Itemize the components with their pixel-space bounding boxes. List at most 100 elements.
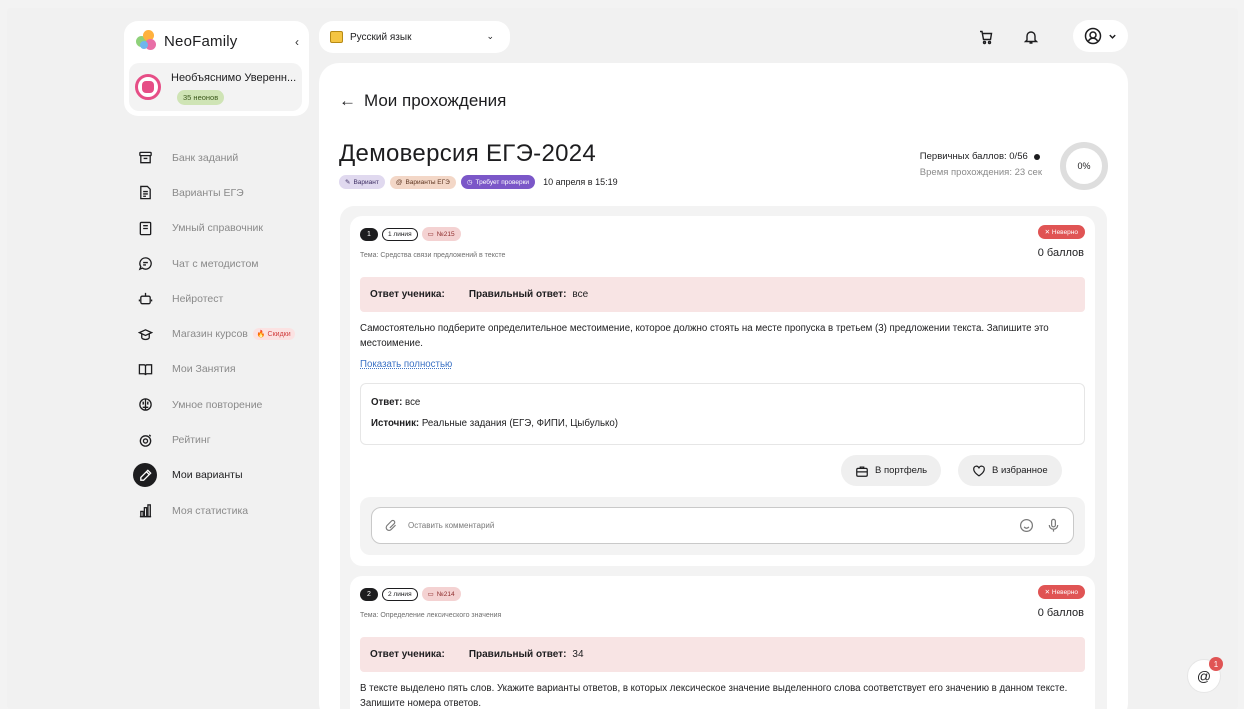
correct-answer-label: Правильный ответ: — [468, 649, 567, 660]
book-icon — [133, 216, 157, 240]
variant-tags: ✎ Вариант @ Варианты ЕГЭ ◷ Требует проверки… — [339, 175, 618, 189]
sidebar-item-course-shop[interactable]: Магазин курсов 🔥 Скидки — [133, 316, 313, 351]
task-id-badge[interactable]: ▭ №214 — [421, 587, 461, 601]
graduation-cap-icon — [133, 322, 157, 346]
archive-icon: ▭ — [427, 591, 434, 598]
task-points: 0 баллов — [1037, 247, 1084, 259]
comment-section: Оставить комментарий — [360, 497, 1085, 555]
task-text: В тексте выделено пять слов. Укажите вар… — [360, 683, 1068, 709]
logo-text: NeoFamily — [164, 32, 238, 50]
task-number: 1 — [360, 227, 378, 241]
close-icon: ✕ — [1044, 589, 1051, 596]
robot-icon — [133, 287, 157, 311]
close-icon: ✕ — [1044, 229, 1051, 236]
add-to-favorites-button[interactable]: В избранное — [958, 455, 1062, 486]
page-title: Демоверсия ЕГЭ-2024 — [339, 140, 597, 167]
progress-value: 0% — [1077, 161, 1091, 171]
paperclip-icon[interactable] — [385, 519, 398, 532]
neon-balance-badge: 35 неонов — [177, 90, 225, 105]
open-book-icon — [133, 357, 157, 381]
sidebar-header: NeoFamily ‹ Необъяснимо Уверенн... 35 не… — [124, 21, 309, 116]
pencil-icon — [133, 463, 157, 488]
at-icon: @ — [1196, 668, 1212, 684]
source-value: Реальные задания (ЕГЭ, ФИПИ, Цыбулько) — [421, 418, 619, 429]
tag-needs-review: ◷ Требует проверки — [460, 175, 536, 189]
student-answer-label: Ответ ученика: — [370, 649, 445, 660]
logo-icon — [136, 30, 158, 52]
rating-icon — [133, 428, 157, 452]
chat-icon — [133, 252, 157, 276]
pencil-icon: ✎ — [345, 179, 351, 186]
task-id-badge[interactable]: ▭ №215 — [421, 227, 461, 241]
sidebar-item-my-lessons[interactable]: Мои Занятия — [133, 352, 313, 387]
score-info: Первичных баллов: 0/56 Время прохождения… — [920, 151, 1042, 178]
emoji-icon[interactable] — [1019, 518, 1034, 533]
comment-input[interactable]: Оставить комментарий — [371, 507, 1074, 544]
subject-selector[interactable]: Русский язык ⌄ — [319, 21, 510, 53]
archive-icon: ▭ — [427, 231, 434, 238]
answer-value: все — [405, 397, 421, 408]
sidebar-item-ege-variants[interactable]: Варианты ЕГЭ — [133, 175, 313, 210]
answer-summary: Ответ ученика: Правильный ответ: 34 — [360, 637, 1085, 672]
user-profile-card[interactable]: Необъяснимо Уверенн... 35 неонов — [129, 63, 302, 111]
support-chat-button[interactable]: @ 1 — [1187, 657, 1223, 693]
primary-score: Первичных баллов: 0/56 — [919, 151, 1028, 162]
task-topic: Тема: Средства связи предложений в текст… — [360, 252, 506, 259]
sidebar-item-smart-repeat[interactable]: Умное повторение — [133, 387, 313, 422]
correct-answer-value: 34 — [572, 649, 584, 660]
task-line-badge: 2 линия — [382, 587, 418, 601]
microphone-icon[interactable] — [1046, 518, 1061, 533]
sidebar-item-task-bank[interactable]: Банк заданий — [133, 140, 313, 175]
chevron-down-icon — [1109, 34, 1116, 39]
task-line-badge: 1 линия — [382, 227, 418, 241]
arrow-left-icon: ← — [339, 91, 356, 110]
collapse-sidebar-button[interactable]: ‹ — [295, 35, 299, 49]
answer-info-box: Ответ: все Источник: Реальные задания (Е… — [360, 383, 1085, 445]
cart-icon[interactable] — [976, 27, 996, 47]
heart-icon — [973, 465, 985, 477]
sidebar-item-smart-reference[interactable]: Умный справочник — [133, 211, 313, 246]
correct-answer-value: все — [572, 289, 589, 300]
comment-placeholder: Оставить комментарий — [408, 521, 495, 530]
brain-icon — [133, 393, 157, 417]
back-label: Мои прохождения — [364, 91, 507, 110]
bell-icon[interactable] — [1021, 27, 1041, 47]
sidebar-item-methodist-chat[interactable]: Чат с методистом — [133, 246, 313, 281]
tag-ege-variants: @ Варианты ЕГЭ — [389, 175, 456, 189]
profile-menu-button[interactable] — [1073, 20, 1128, 52]
status-dot-icon — [1033, 153, 1040, 160]
show-full-link[interactable]: Показать полностью — [360, 359, 452, 370]
task-text: Самостоятельно подберите определительное… — [360, 323, 1049, 349]
user-circle-icon — [1084, 27, 1102, 45]
chevron-down-icon: ⌄ — [486, 31, 494, 41]
briefcase-icon — [856, 465, 868, 477]
sidebar-item-neurotest[interactable]: Нейротест — [133, 281, 313, 316]
logo[interactable]: NeoFamily — [136, 30, 237, 52]
sidebar-item-rating[interactable]: Рейтинг — [133, 422, 313, 457]
task-points: 0 баллов — [1037, 607, 1084, 619]
sidebar-nav: Банк заданий Варианты ЕГЭ Умный справочн… — [133, 140, 313, 528]
avatar — [135, 74, 161, 100]
sidebar-item-my-statistics[interactable]: Моя статистика — [133, 493, 313, 528]
add-to-portfolio-button[interactable]: В портфель — [841, 455, 942, 486]
status-badge: ✕ Неверно — [1037, 225, 1085, 239]
variant-date: 10 апреля в 15:19 — [543, 177, 618, 187]
clock-icon: ◷ — [466, 179, 473, 186]
status-badge: ✕ Неверно — [1037, 585, 1085, 599]
answer-summary: Ответ ученика: Правильный ответ: все — [360, 277, 1085, 312]
back-link[interactable]: ← Мои прохождения — [339, 91, 506, 111]
at-icon: @ — [395, 178, 403, 186]
task-card: 2 2 линия ▭ №214 Тема: Определение лексич… — [350, 576, 1095, 709]
sale-badge: 🔥 Скидки — [252, 328, 295, 341]
task-number: 2 — [360, 587, 378, 601]
document-icon — [133, 181, 157, 205]
archive-icon — [133, 146, 157, 170]
user-name: Необъяснимо Уверенн... — [171, 72, 297, 84]
progress-ring: 0% — [1060, 142, 1108, 190]
notification-badge: 1 — [1209, 657, 1223, 671]
elapsed-time: Время прохождения: 23 сек — [919, 167, 1042, 178]
main-panel: ← Мои прохождения Демоверсия ЕГЭ-2024 ✎ В… — [319, 63, 1128, 709]
sidebar-item-my-variants[interactable]: Мои варианты — [133, 458, 313, 493]
chart-icon — [133, 499, 157, 523]
task-list: 1 1 линия ▭ №215 Тема: Средства связи пре… — [340, 206, 1107, 709]
